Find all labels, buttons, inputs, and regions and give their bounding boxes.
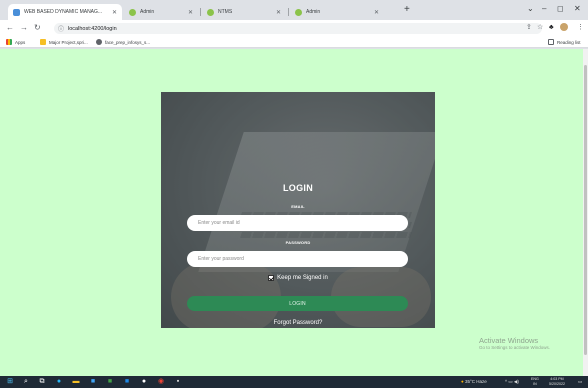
login-card: LOGIN EMAIL PASSWORD Keep me Signed in L… [161,92,435,328]
bookmark-face-prep[interactable]: face_prep_infosys_s... [96,38,150,46]
browser-tab-ntms[interactable]: NTMS ✕ [202,4,286,20]
minimize-button[interactable]: – [542,5,546,13]
language-indicator[interactable]: ENG IN [531,377,539,387]
browser-toolbar: ← → ↻ ⓘ localhost:4200/login ⇪ ☆ ♣ ⋮ [0,20,588,36]
excel-icon[interactable]: ■ [106,378,114,386]
tab-favicon-icon [295,8,302,16]
tab-title: Admin [140,9,155,15]
browser-tab-admin-2[interactable]: Admin ✕ [290,4,384,20]
page-scrollbar[interactable] [583,49,588,376]
new-tab-button[interactable]: + [404,5,410,15]
search-icon[interactable]: ⌕ [22,378,30,386]
reload-icon[interactable]: ↻ [34,23,41,33]
tab-favicon-icon [207,8,214,16]
apps-grid-icon [6,39,12,45]
browser-tab-dynamic-management[interactable]: WEB BASED DYNAMIC MANAG... ✕ [8,4,122,20]
forgot-password-link[interactable]: Forgot Password? [161,320,435,326]
tab-title: NTMS [218,9,233,15]
login-button[interactable]: LOGIN [187,296,408,311]
tab-separator [288,8,289,16]
address-url: localhost:4200/login [68,25,117,32]
bookmarks-bar: Apps Major Project,spri... face_prep_inf… [0,36,588,48]
close-icon[interactable]: ✕ [188,9,193,16]
password-label: PASSWORD [285,240,311,245]
tab-title: WEB BASED DYNAMIC MANAG... [24,9,103,15]
bookmark-apps[interactable]: Apps [6,38,25,46]
tab-title: Admin [306,9,321,15]
watermark-subtitle: Go to Settings to activate Windows. [479,345,551,350]
tab-favicon-icon [129,8,136,16]
email-input[interactable] [187,215,408,231]
keep-signed-in-label: Keep me Signed in [277,275,328,281]
password-input[interactable] [187,251,408,267]
folder-icon [40,39,46,45]
maximize-button[interactable]: ◻ [557,5,564,13]
close-icon[interactable]: ✕ [112,9,117,16]
window-close-button[interactable]: ✕ [574,5,581,13]
windows-start-icon[interactable]: ⊞ [6,378,14,386]
clock-date: 5/20/2022 [549,382,565,386]
clock[interactable]: 4:03 PM 5/20/2022 [549,377,565,387]
keep-signed-in[interactable]: Keep me Signed in [161,275,435,281]
tab-search-icon[interactable]: ⌄ [527,5,534,13]
extensions-icon[interactable]: ♣ [549,23,554,33]
site-info-icon[interactable]: ⓘ [58,24,64,33]
tab-separator [200,8,201,16]
activate-windows-watermark: Activate Windows Go to Settings to activ… [479,336,550,351]
web-icon [96,39,102,45]
card-overlay [161,92,435,328]
weather-text: 35°C Haze [464,379,487,384]
keep-signed-in-checkbox[interactable] [268,275,275,281]
close-icon[interactable]: ✕ [374,9,379,16]
browser-tab-strip: WEB BASED DYNAMIC MANAG... ✕ Admin ✕ NTM… [0,0,588,20]
language-code: ENG [531,377,539,381]
login-title: LOGIN [283,183,313,193]
bookmark-label: Reading list [557,39,581,45]
notifications-icon[interactable]: ▭ [578,378,582,386]
store-icon[interactable]: ■ [89,378,97,386]
bookmark-star-icon[interactable]: ☆ [537,23,543,33]
weather-widget[interactable]: ● 35°C Haze [461,378,487,386]
task-view-icon[interactable]: ⧉ [38,378,46,386]
clock-time: 4:03 PM [550,377,564,381]
edge-browser-icon[interactable]: ● [55,378,63,386]
close-icon[interactable]: ✕ [276,9,281,16]
sun-icon: ● [461,379,464,384]
tab-favicon-icon [13,8,20,16]
menu-kebab-icon[interactable]: ⋮ [577,23,584,33]
share-icon[interactable]: ⇪ [526,23,532,33]
address-bar[interactable]: ⓘ localhost:4200/login [54,23,542,34]
browser-tab-admin[interactable]: Admin ✕ [124,4,198,20]
windows-taskbar: ⊞ ⌕ ⧉ ● ▬ ■ ■ ■ ● ◉ ▪ ● 35°C Haze ^ ▭ ◀)… [0,376,588,388]
page-viewport: LOGIN EMAIL PASSWORD Keep me Signed in L… [0,49,583,376]
bookmark-label: face_prep_infosys_s... [105,39,151,45]
chrome-icon[interactable]: ◉ [157,378,165,386]
word-icon[interactable]: ■ [123,378,131,386]
github-icon[interactable]: ● [140,378,148,386]
bookmark-major-project[interactable]: Major Project,spri... [40,38,88,46]
language-region: IN [533,382,537,386]
reading-list-icon [548,39,554,45]
email-label: EMAIL [291,204,305,209]
profile-avatar[interactable] [560,23,568,33]
back-arrow-icon[interactable]: ← [6,23,14,33]
forward-arrow-icon[interactable]: → [20,23,28,33]
file-explorer-icon[interactable]: ▬ [72,378,80,386]
watermark-title: Activate Windows [479,336,539,345]
tray-icons[interactable]: ^ ▭ ◀) [505,378,519,386]
scrollbar-thumb[interactable] [584,65,587,355]
reading-list-button[interactable]: Reading list [548,38,581,46]
bookmark-label: Apps [15,39,26,45]
bookmark-label: Major Project,spri... [49,39,88,45]
app-icon[interactable]: ▪ [174,378,182,386]
